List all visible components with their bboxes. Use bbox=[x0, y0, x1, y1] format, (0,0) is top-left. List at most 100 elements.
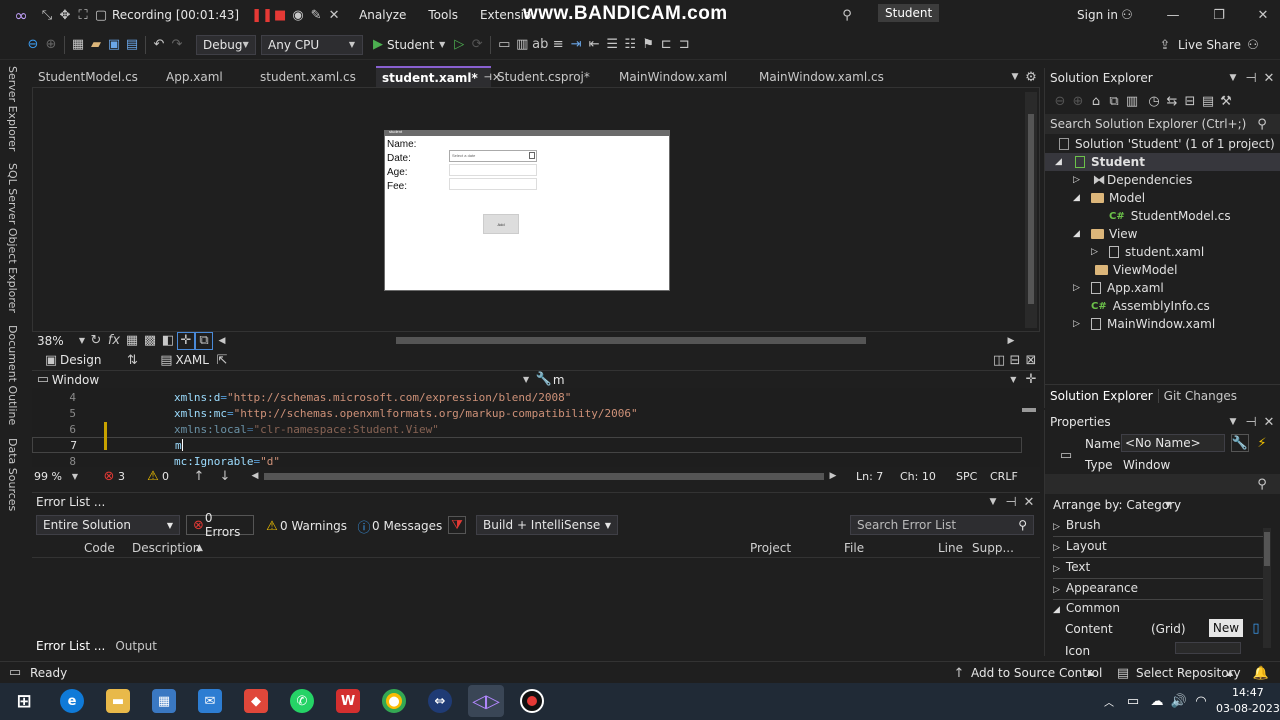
tab-solution-explorer[interactable]: Solution Explorer bbox=[1045, 388, 1159, 403]
edge-icon[interactable]: e bbox=[60, 689, 84, 713]
forward-icon[interactable]: ⊕ bbox=[42, 36, 60, 54]
live-share-button[interactable]: Live Share bbox=[1178, 38, 1241, 52]
run-icon[interactable]: ▶ bbox=[369, 36, 387, 54]
messages-filter-button[interactable]: ⓘ 0 Messages bbox=[356, 517, 442, 536]
collapse-all-icon[interactable]: ⊟ bbox=[1181, 92, 1199, 110]
start-button[interactable]: ⊞ bbox=[12, 689, 36, 713]
pin-icon[interactable]: ⊣ bbox=[1242, 69, 1260, 87]
fx-icon[interactable]: fx bbox=[105, 332, 123, 350]
layout-icon[interactable]: ▥ bbox=[513, 36, 531, 54]
teamviewer-icon[interactable]: ⇔ bbox=[428, 689, 452, 713]
expanded-icon[interactable]: ◢ bbox=[1073, 193, 1091, 203]
scroll-thumb[interactable] bbox=[1264, 532, 1270, 566]
split-editor-icon[interactable]: ✛ bbox=[1022, 371, 1040, 389]
xaml-code-editor[interactable]: 4 xmlns:d = "http://schemas.microsoft.com/e… bbox=[32, 388, 1040, 468]
search-icon[interactable]: ⚲ bbox=[838, 6, 856, 24]
tab-app-xaml[interactable]: App.xaml bbox=[160, 66, 254, 87]
new-project-icon[interactable]: ▦ bbox=[69, 36, 87, 54]
collapsed-icon[interactable]: ▷ bbox=[1091, 247, 1109, 257]
line-ending-indicator[interactable]: CRLF bbox=[990, 470, 1018, 483]
tab-mainwindow-xaml[interactable]: MainWindow.xaml bbox=[613, 66, 753, 87]
whatsapp-icon[interactable]: ✆ bbox=[290, 689, 314, 713]
scroll-right-icon[interactable]: ▶ bbox=[1002, 332, 1020, 350]
region-icon[interactable]: ⛶ bbox=[74, 6, 92, 24]
design-tab[interactable]: Design bbox=[60, 353, 101, 367]
store-icon[interactable]: ▦ bbox=[152, 689, 176, 713]
tree-student-xaml[interactable]: ▷ student.xaml bbox=[1091, 243, 1204, 261]
device-tray-icon[interactable]: ▭ bbox=[1124, 692, 1142, 710]
tab-student-xaml-cs[interactable]: student.xaml.cs bbox=[254, 66, 376, 87]
camera-icon[interactable]: ◉ bbox=[289, 6, 307, 24]
chevron-down-icon[interactable]: ▼ bbox=[438, 36, 446, 54]
history-icon[interactable]: ◷ bbox=[1145, 92, 1163, 110]
scope-dropdown[interactable]: Window bbox=[52, 373, 517, 387]
settings-gear-icon[interactable]: ⚙ bbox=[1022, 68, 1040, 86]
anydesk-icon[interactable]: ◆ bbox=[244, 689, 268, 713]
save-icon[interactable]: ▣ bbox=[105, 36, 123, 54]
tree-project[interactable]: ◢ Student bbox=[1045, 153, 1280, 171]
window-preview[interactable]: student Name: Date: Age: Fee: Select a d… bbox=[384, 129, 670, 291]
chevron-down-icon[interactable]: ▼ bbox=[517, 371, 535, 389]
calendar-icon[interactable] bbox=[529, 152, 535, 159]
events-icon[interactable]: ⚡ bbox=[1253, 434, 1271, 452]
error-count[interactable]: 3 bbox=[118, 470, 144, 483]
property-search-input[interactable]: ⚲ bbox=[1045, 474, 1280, 494]
category-common[interactable]: ◢ Common bbox=[1053, 601, 1120, 615]
cloud-icon[interactable]: ☁ bbox=[1148, 692, 1166, 710]
chevron-down-icon[interactable]: ▼ bbox=[77, 332, 87, 350]
pin-icon[interactable]: ⊣ bbox=[1242, 413, 1260, 431]
prev-issue-icon[interactable]: ↑ bbox=[190, 467, 208, 485]
tab-student-xaml[interactable]: student.xaml* ⊣ ✕ bbox=[376, 66, 501, 87]
editor-horizontal-scrollbar[interactable] bbox=[264, 472, 824, 480]
tab-output[interactable]: Output bbox=[115, 639, 157, 653]
refresh-icon[interactable]: ↻ bbox=[87, 332, 105, 350]
close-panel-icon[interactable]: ✕ bbox=[1260, 413, 1278, 431]
bookmark-icon[interactable]: ⚑ bbox=[639, 36, 657, 54]
expanded-icon[interactable]: ◢ bbox=[1073, 229, 1091, 239]
tree-dependencies[interactable]: ▷ ⧓ Dependencies bbox=[1073, 171, 1192, 189]
whitespace-indicator[interactable]: SPC bbox=[956, 470, 990, 483]
stop-icon[interactable]: ■ bbox=[271, 6, 289, 24]
feedback-icon[interactable]: ⚇ bbox=[1244, 36, 1262, 54]
undo-icon[interactable]: ↶ bbox=[150, 36, 168, 54]
category-brush[interactable]: ▷ Brush bbox=[1053, 518, 1101, 532]
pin-icon[interactable]: ⊣ bbox=[1002, 493, 1020, 511]
panel-options-icon[interactable]: ▼ bbox=[984, 493, 1002, 511]
scroll-thumb[interactable] bbox=[1028, 114, 1034, 304]
collapsed-icon[interactable]: ▷ bbox=[1073, 319, 1091, 329]
error-scope-dropdown[interactable]: Entire Solution ▼ bbox=[36, 515, 180, 535]
chrome-icon[interactable]: ● bbox=[382, 689, 406, 713]
live-share-icon[interactable]: ⇪ bbox=[1156, 36, 1174, 54]
scroll-left-icon[interactable]: ◀ bbox=[246, 467, 264, 485]
snap-lines-icon[interactable]: ✛ bbox=[177, 331, 195, 350]
chevron-down-icon[interactable]: ▼ bbox=[70, 467, 80, 485]
uncomment-icon[interactable]: ☷ bbox=[621, 36, 639, 54]
add-to-source-control-button[interactable]: Add to Source Control bbox=[971, 666, 1102, 680]
home-icon[interactable]: ⌂ bbox=[1087, 92, 1105, 110]
hot-reload-icon[interactable]: ⟳ bbox=[468, 36, 486, 54]
new-content-button[interactable]: New bbox=[1209, 619, 1243, 637]
build-source-dropdown[interactable]: Build + IntelliSense ▼ bbox=[476, 515, 618, 535]
grid-icon[interactable]: ▦ bbox=[123, 332, 141, 350]
errors-filter-button[interactable]: ⊗ 0 Errors bbox=[186, 511, 254, 539]
chevron-up-icon[interactable]: ▲ bbox=[1227, 668, 1233, 677]
solution-search-input[interactable]: Search Solution Explorer (Ctrl+;) ⚲ bbox=[1045, 114, 1280, 134]
move-icon[interactable]: ✥ bbox=[56, 6, 74, 24]
wifi-icon[interactable]: ◠ bbox=[1192, 692, 1210, 710]
toolbox-icon[interactable]: ▭ bbox=[495, 36, 513, 54]
next-issue-icon[interactable]: ↓ bbox=[216, 467, 234, 485]
column-file[interactable]: File bbox=[844, 541, 864, 555]
warning-count[interactable]: 0 bbox=[162, 470, 190, 483]
icon-value-input[interactable] bbox=[1175, 642, 1241, 654]
close-panel-icon[interactable]: ✕ bbox=[1260, 69, 1278, 87]
error-icon[interactable]: ⊗ bbox=[100, 467, 118, 485]
redo-icon[interactable]: ↷ bbox=[168, 36, 186, 54]
warnings-filter-button[interactable]: ⚠ 0 Warnings bbox=[264, 517, 347, 535]
column-suppression[interactable]: Supp... bbox=[972, 541, 1014, 555]
device-icon[interactable]: ⧉ bbox=[195, 331, 213, 350]
server-explorer-tab[interactable]: Server Explorer bbox=[6, 66, 19, 151]
filter-icon[interactable]: ⧩ bbox=[448, 516, 466, 534]
open-folder-icon[interactable]: ▰ bbox=[87, 36, 105, 54]
swap-panes-icon[interactable]: ⇅ bbox=[123, 351, 141, 369]
popout-icon[interactable]: ⇱ bbox=[213, 351, 231, 369]
